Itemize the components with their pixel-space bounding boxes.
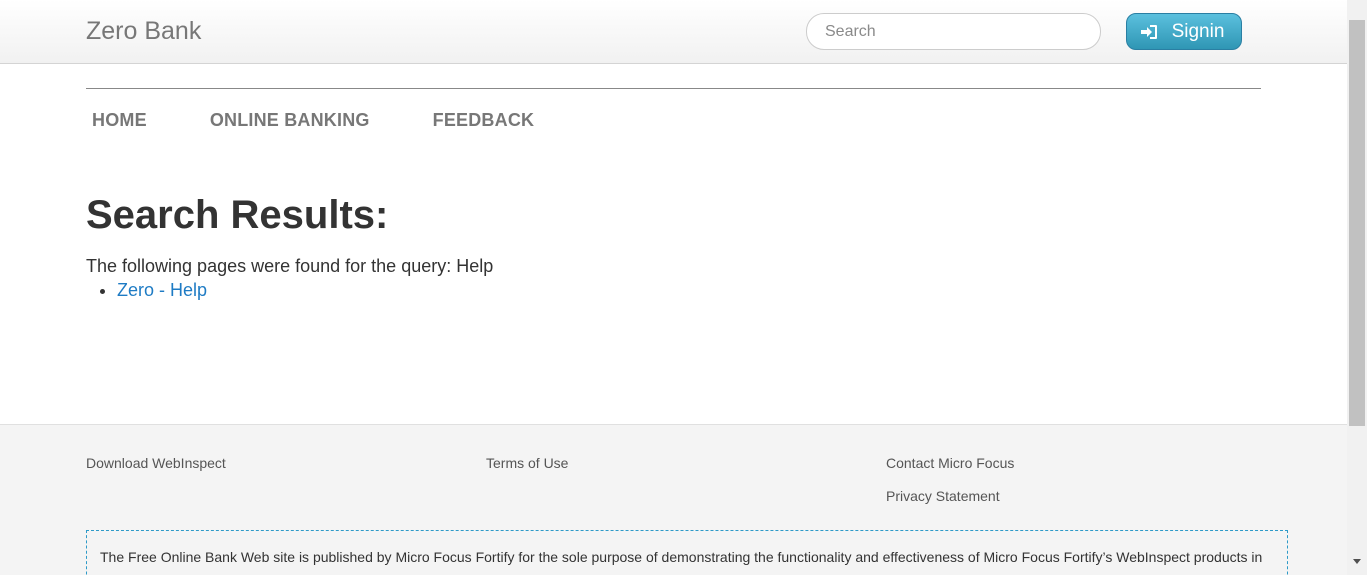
vertical-scrollbar[interactable]	[1347, 0, 1367, 575]
nav-item-home[interactable]: HOME	[92, 110, 147, 131]
search-input[interactable]	[806, 13, 1101, 50]
footer-link-download-webinspect[interactable]: Download WebInspect	[86, 455, 226, 471]
nav-item-online-banking[interactable]: ONLINE BANKING	[210, 110, 370, 131]
search-results-list: Zero - Help	[117, 280, 207, 301]
brand-logo-link[interactable]: Zero Bank	[86, 17, 201, 46]
page-title: Search Results:	[86, 193, 389, 237]
sign-in-icon	[1140, 24, 1157, 39]
nav-divider	[86, 88, 1261, 89]
list-item: Zero - Help	[117, 280, 207, 301]
signin-label: Signin	[1171, 20, 1225, 42]
signin-button[interactable]: Signin	[1126, 13, 1242, 50]
footer-link-contact[interactable]: Contact Micro Focus	[886, 455, 1014, 471]
scroll-down-arrow-icon[interactable]	[1353, 559, 1361, 564]
disclaimer-box: The Free Online Bank Web site is publish…	[86, 530, 1288, 575]
top-navbar: Zero Bank Signin	[0, 0, 1347, 64]
result-link-zero-help[interactable]: Zero - Help	[117, 280, 207, 300]
nav-item-feedback[interactable]: FEEDBACK	[433, 110, 535, 131]
search-results-summary: The following pages were found for the q…	[86, 256, 494, 276]
footer-link-terms-of-use[interactable]: Terms of Use	[486, 455, 568, 471]
scrollbar-thumb[interactable]	[1349, 20, 1365, 426]
footer-link-privacy-statement[interactable]: Privacy Statement	[886, 488, 1000, 504]
footer: Download WebInspect Terms of Use Contact…	[0, 424, 1347, 575]
main-nav: HOME ONLINE BANKING FEEDBACK	[92, 110, 597, 131]
